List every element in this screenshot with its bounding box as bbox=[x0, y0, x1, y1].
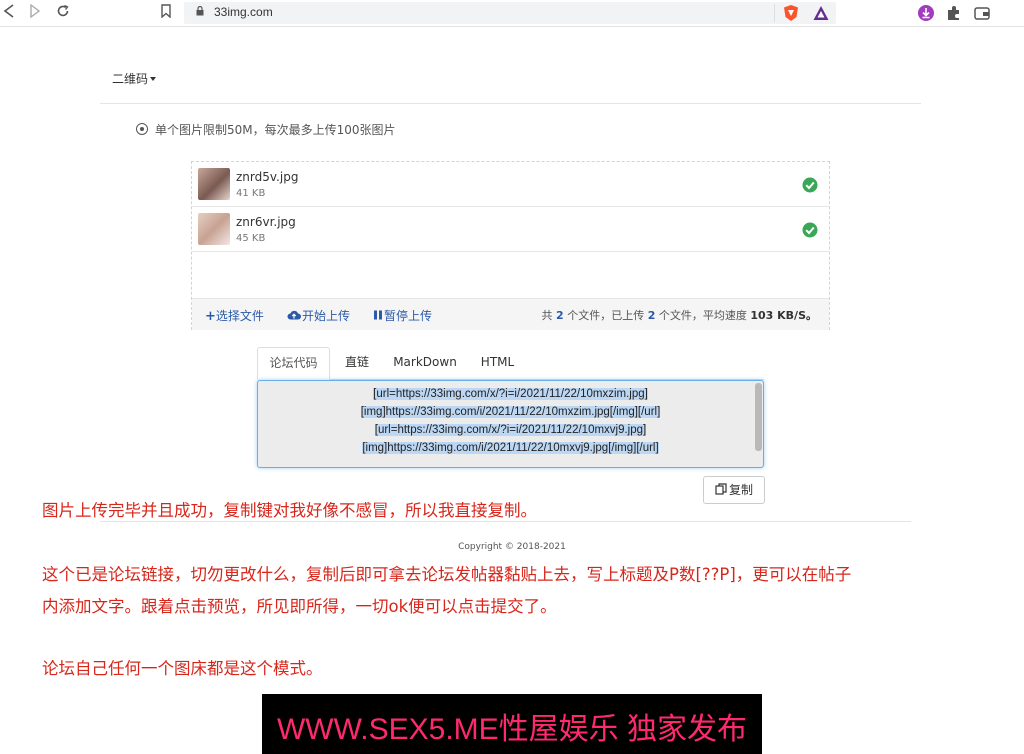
divider bbox=[100, 103, 921, 104]
tab-forum-code[interactable]: 论坛代码 bbox=[257, 347, 330, 380]
annotation-text: 内添加文字。跟着点击预览，所见即所得，一切ok便可以点击提交了。 bbox=[42, 597, 557, 616]
stats-text: 个文件，已上传 bbox=[567, 309, 645, 322]
pause-icon bbox=[374, 310, 382, 320]
file-item: znrd5v.jpg 41 KB bbox=[192, 162, 829, 207]
qrcode-dropdown-label: 二维码 bbox=[112, 72, 149, 86]
tab-html[interactable]: HTML bbox=[471, 347, 524, 378]
code-output-textarea[interactable]: [url=https://33img.com/x/?i=i/2021/11/22… bbox=[257, 380, 764, 468]
reload-icon[interactable] bbox=[54, 4, 72, 22]
select-files-label: 选择文件 bbox=[215, 309, 264, 323]
check-circle-icon bbox=[802, 177, 818, 193]
stats-total: 2 bbox=[556, 309, 564, 322]
browser-toolbar: 33img.com bbox=[0, 0, 1024, 27]
brave-rewards-icon[interactable] bbox=[812, 4, 830, 22]
upload-panel: znrd5v.jpg 41 KB znr6vr.jpg 45 KB +选择文件 … bbox=[191, 161, 830, 330]
plus-icon: + bbox=[205, 309, 216, 324]
bookmark-icon[interactable] bbox=[157, 4, 175, 22]
download-icon[interactable] bbox=[917, 4, 935, 22]
upload-stats: 共 2 个文件，已上传 2 个文件，平均速度 103 KB/S。 bbox=[542, 307, 817, 323]
code-line: [url=https://33img.com/x/?i=i/2021/11/22… bbox=[374, 424, 647, 436]
address-bar[interactable] bbox=[184, 2, 836, 24]
qrcode-dropdown[interactable]: 二维码 bbox=[112, 70, 157, 87]
file-size: 41 KB bbox=[236, 188, 266, 199]
watermark-banner: WWW.SEX5.ME性屋娱乐 独家发布 bbox=[262, 694, 762, 754]
tab-markdown[interactable]: MarkDown bbox=[387, 347, 463, 378]
upload-limit-note: 单个图片限制50M，每次最多上传100张图片 bbox=[136, 121, 396, 138]
select-files-button[interactable]: +选择文件 bbox=[205, 307, 264, 324]
back-icon[interactable] bbox=[0, 4, 18, 22]
check-circle-icon bbox=[802, 222, 818, 238]
stats-text: 个文件，平均速度 bbox=[658, 309, 747, 322]
start-upload-button[interactable]: 开始上传 bbox=[287, 307, 350, 324]
copy-button-label: 复制 bbox=[728, 483, 753, 497]
copyright-text: Copyright © 2018-2021 bbox=[458, 542, 566, 552]
pause-upload-button[interactable]: 暂停上传 bbox=[373, 307, 432, 324]
copy-button[interactable]: 复制 bbox=[703, 476, 765, 504]
code-line: [img]https://33img.com/i/2021/11/22/10mx… bbox=[360, 406, 661, 418]
file-thumbnail bbox=[198, 168, 230, 200]
lock-icon bbox=[196, 6, 204, 16]
extensions-icon[interactable] bbox=[945, 4, 963, 22]
file-size: 45 KB bbox=[236, 233, 266, 244]
stats-prefix: 共 bbox=[541, 309, 553, 322]
dot-circle-icon bbox=[136, 123, 148, 135]
start-upload-label: 开始上传 bbox=[302, 309, 351, 323]
url-text: 33img.com bbox=[214, 5, 273, 19]
pause-upload-label: 暂停上传 bbox=[384, 309, 433, 323]
wallet-icon[interactable] bbox=[973, 4, 991, 22]
caret-down-icon bbox=[150, 77, 157, 81]
upload-limit-text: 单个图片限制50M，每次最多上传100张图片 bbox=[155, 123, 396, 137]
file-name: znrd5v.jpg bbox=[236, 170, 299, 184]
file-item: znr6vr.jpg 45 KB bbox=[192, 207, 829, 252]
copy-icon bbox=[715, 483, 727, 495]
divider bbox=[100, 521, 911, 522]
tab-direct-link[interactable]: 直链 bbox=[335, 347, 379, 378]
annotation-text: 图片上传完毕并且成功，复制键对我好像不感冒，所以我直接复制。 bbox=[42, 501, 537, 520]
brave-shield-icon[interactable] bbox=[782, 4, 800, 22]
file-thumbnail bbox=[198, 213, 230, 245]
stats-done: 2 bbox=[647, 309, 656, 322]
file-name: znr6vr.jpg bbox=[236, 215, 296, 229]
upload-toolbar: +选择文件 开始上传 暂停上传 共 2 个文件，已上传 2 个文件，平均速度 1… bbox=[192, 298, 829, 330]
banner-text: WWW.SEX5.ME性屋娱乐 独家发布 bbox=[276, 713, 747, 746]
code-line: [url=https://33img.com/x/?i=i/2021/11/22… bbox=[373, 388, 648, 400]
annotation-text: 这个已是论坛链接，切勿更改什么，复制后即可拿去论坛发帖器黏贴上去，写上标题及P数… bbox=[42, 565, 852, 584]
scrollbar[interactable] bbox=[755, 383, 762, 451]
code-line: [img]https://33img.com/i/2021/11/22/10mx… bbox=[362, 442, 659, 454]
annotation-text: 论坛自己任何一个图床都是这个模式。 bbox=[42, 659, 323, 678]
stats-speed: 103 KB/S。 bbox=[750, 309, 817, 322]
cloud-upload-icon bbox=[287, 310, 301, 320]
code-format-tabs: 论坛代码 直链 MarkDown HTML bbox=[257, 347, 764, 380]
play-icon[interactable] bbox=[26, 3, 44, 22]
